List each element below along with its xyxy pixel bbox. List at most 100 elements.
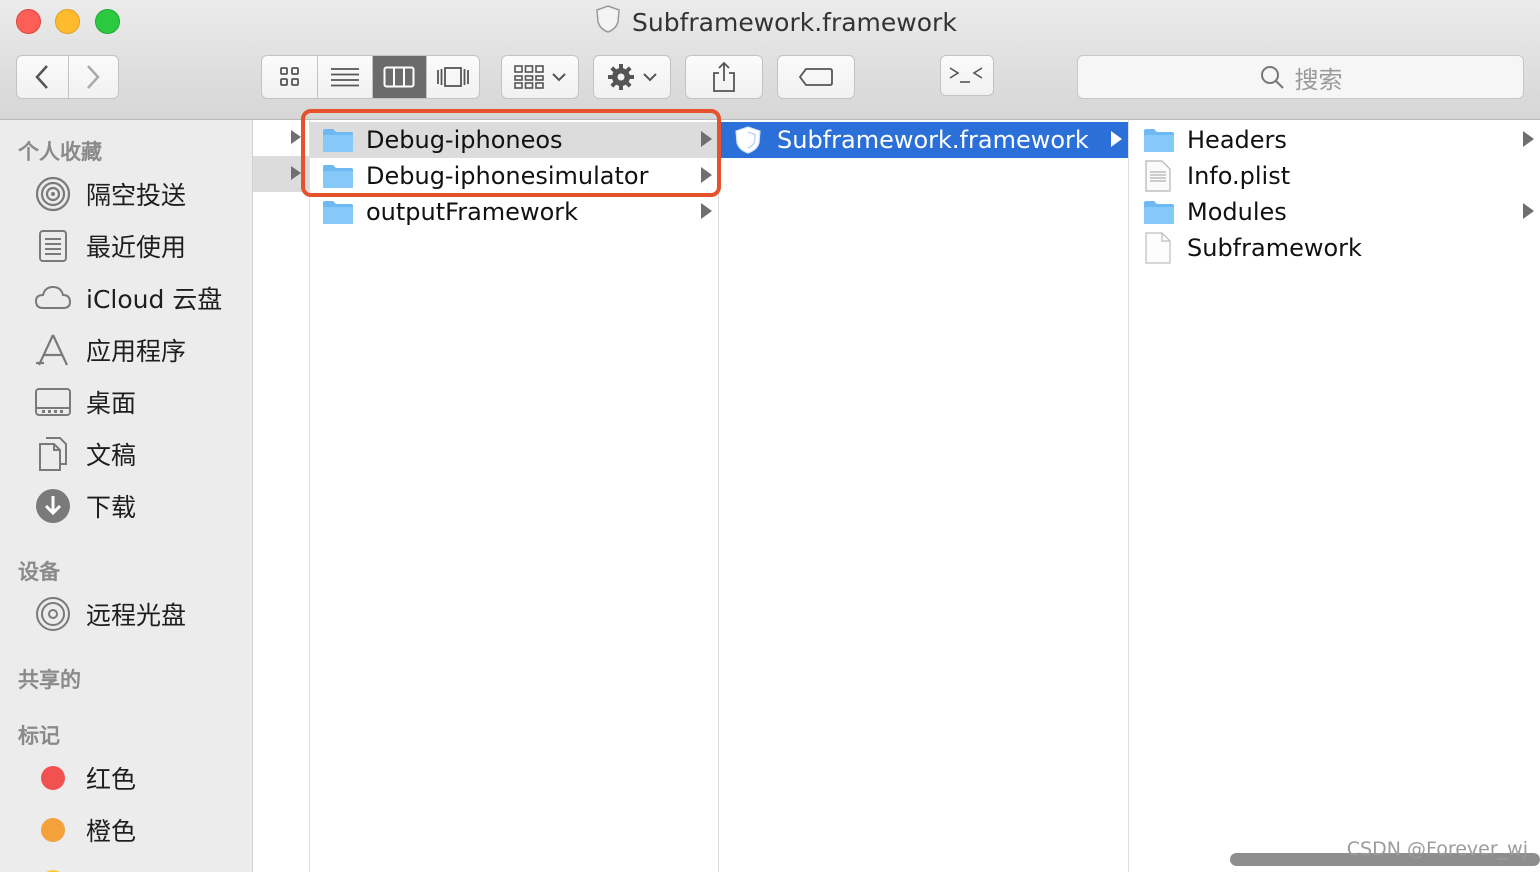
red-tag-dot-icon <box>41 766 65 790</box>
action-menu-button[interactable] <box>593 55 671 99</box>
group-by-button[interactable] <box>501 55 579 99</box>
disclosure-arrow-icon <box>701 203 712 219</box>
sidebar-item-documents[interactable]: 文稿 <box>34 432 136 476</box>
disclosure-arrow-icon <box>1523 203 1534 219</box>
chevron-right-icon <box>87 65 100 89</box>
sidebar-item-applications[interactable]: 应用程序 <box>34 328 186 372</box>
sidebar-item-remote-disc[interactable]: 远程光盘 <box>34 592 186 636</box>
applications-icon <box>34 331 72 369</box>
folder-icon <box>1143 199 1175 225</box>
sidebar-item-desktop[interactable]: 桌面 <box>34 380 136 424</box>
share-icon <box>713 61 735 92</box>
sidebar-item-tag-red[interactable]: 红色 <box>34 756 136 800</box>
icon-view-button[interactable] <box>262 56 317 98</box>
back-button[interactable] <box>17 56 68 98</box>
framework-shield-icon <box>594 4 622 40</box>
icon-grid-icon <box>279 67 299 86</box>
documents-icon <box>34 435 72 473</box>
sidebar-item-label: 下载 <box>86 493 137 522</box>
sidebar-item-downloads[interactable]: 下载 <box>34 484 136 528</box>
disclosure-arrow-icon <box>1523 131 1534 147</box>
sidebar-item-label: iCloud 云盘 <box>86 285 223 314</box>
list-item-folder[interactable]: Headers <box>1129 122 1540 158</box>
orange-tag-dot-icon <box>41 818 65 842</box>
sidebar-item-icloud[interactable]: iCloud 云盘 <box>34 276 222 320</box>
search-field[interactable]: 搜索 <box>1077 55 1524 99</box>
sidebar-item-label: 橙色 <box>86 817 137 846</box>
watermark: CSDN @Forever_wj <box>1346 838 1528 860</box>
column-view-button[interactable] <box>371 56 426 98</box>
view-mode-control <box>261 55 480 99</box>
minimize-window-button[interactable] <box>55 9 80 34</box>
chevron-down-icon <box>552 73 566 82</box>
tags-section-title: 标记 <box>18 724 60 748</box>
sidebar-item-tag-yellow-partial[interactable] <box>34 860 72 872</box>
group-grid-icon <box>514 65 544 89</box>
item-name: Subframework <box>1187 234 1362 262</box>
list-item-file[interactable]: Info.plist <box>1129 158 1540 194</box>
sidebar-item-label: 应用程序 <box>86 337 187 366</box>
sidebar-item-label: 最近使用 <box>86 233 187 262</box>
column-debug-iphoneos: Subframework.framework <box>719 120 1128 872</box>
list-item-file[interactable]: Subframework <box>1129 230 1540 266</box>
plist-file-icon <box>1145 160 1171 192</box>
sidebar-item-label: 文稿 <box>86 441 137 470</box>
chevron-left-icon <box>35 65 49 89</box>
gear-icon <box>608 64 634 90</box>
cover-flow-icon <box>436 67 469 87</box>
item-name: outputFramework <box>366 198 579 226</box>
search-placeholder: 搜索 <box>1294 65 1343 94</box>
desktop-icon <box>34 383 72 421</box>
column-framework-contents: Headers Info.plist Modules Subframework <box>1129 120 1540 872</box>
sidebar-item-airdrop[interactable]: 隔空投送 <box>34 172 186 216</box>
chevron-down-icon <box>643 73 657 82</box>
icloud-icon <box>34 279 72 317</box>
sidebar-item-label: 隔空投送 <box>86 181 187 210</box>
window-title: Subframework.framework <box>594 5 957 39</box>
window-toolbar: Subframework.framework 搜索 <box>0 0 1540 120</box>
list-item-folder[interactable]: Modules <box>1129 194 1540 230</box>
favorites-section-title: 个人收藏 <box>18 140 102 164</box>
list-lines-icon <box>331 68 360 87</box>
sidebar-item-label: 远程光盘 <box>86 601 187 630</box>
zoom-window-button[interactable] <box>95 9 120 34</box>
open-terminal-button[interactable] <box>940 55 994 96</box>
forward-button[interactable] <box>67 56 119 98</box>
tag-icon <box>798 68 833 86</box>
terminal-prompt-icon <box>949 66 983 83</box>
devices-section-title: 设备 <box>18 560 60 584</box>
sidebar-item-tag-orange[interactable]: 橙色 <box>34 808 136 852</box>
gallery-view-button[interactable] <box>425 56 480 98</box>
list-view-button[interactable] <box>317 56 372 98</box>
item-name: Headers <box>1187 126 1287 154</box>
remote-disc-icon <box>34 595 72 633</box>
shared-section-title: 共享的 <box>18 668 81 692</box>
disclosure-arrow-icon <box>291 166 301 180</box>
edit-tags-button[interactable] <box>777 55 855 99</box>
folder-icon <box>322 199 354 225</box>
navigation-buttons <box>16 55 119 99</box>
sidebar-item-label: 红色 <box>86 765 137 794</box>
sidebar: 个人收藏 隔空投送 最近使用 iCloud 云盘 应用程序 桌面 文稿 下载 设… <box>0 120 253 872</box>
disclosure-arrow-icon <box>291 130 301 144</box>
columns-icon <box>383 66 415 88</box>
sidebar-item-label: 桌面 <box>86 389 137 418</box>
recents-icon <box>34 227 72 265</box>
airdrop-icon <box>34 175 72 213</box>
framework-shield-icon <box>733 125 763 155</box>
item-name: Info.plist <box>1187 162 1291 190</box>
close-window-button[interactable] <box>16 9 41 34</box>
annotation-highlight-box <box>301 109 721 197</box>
window-title-text: Subframework.framework <box>632 7 957 37</box>
downloads-icon <box>34 487 72 525</box>
list-item-framework[interactable]: Subframework.framework <box>719 122 1128 158</box>
disclosure-arrow-icon <box>1111 131 1122 147</box>
folder-icon <box>1143 127 1175 153</box>
sidebar-item-recents[interactable]: 最近使用 <box>34 224 186 268</box>
blank-file-icon <box>1145 232 1171 264</box>
item-name: Modules <box>1187 198 1287 226</box>
share-button[interactable] <box>685 55 763 99</box>
search-icon <box>1260 66 1284 89</box>
list-item-folder[interactable]: outputFramework <box>310 194 718 230</box>
column-parent <box>253 120 309 872</box>
